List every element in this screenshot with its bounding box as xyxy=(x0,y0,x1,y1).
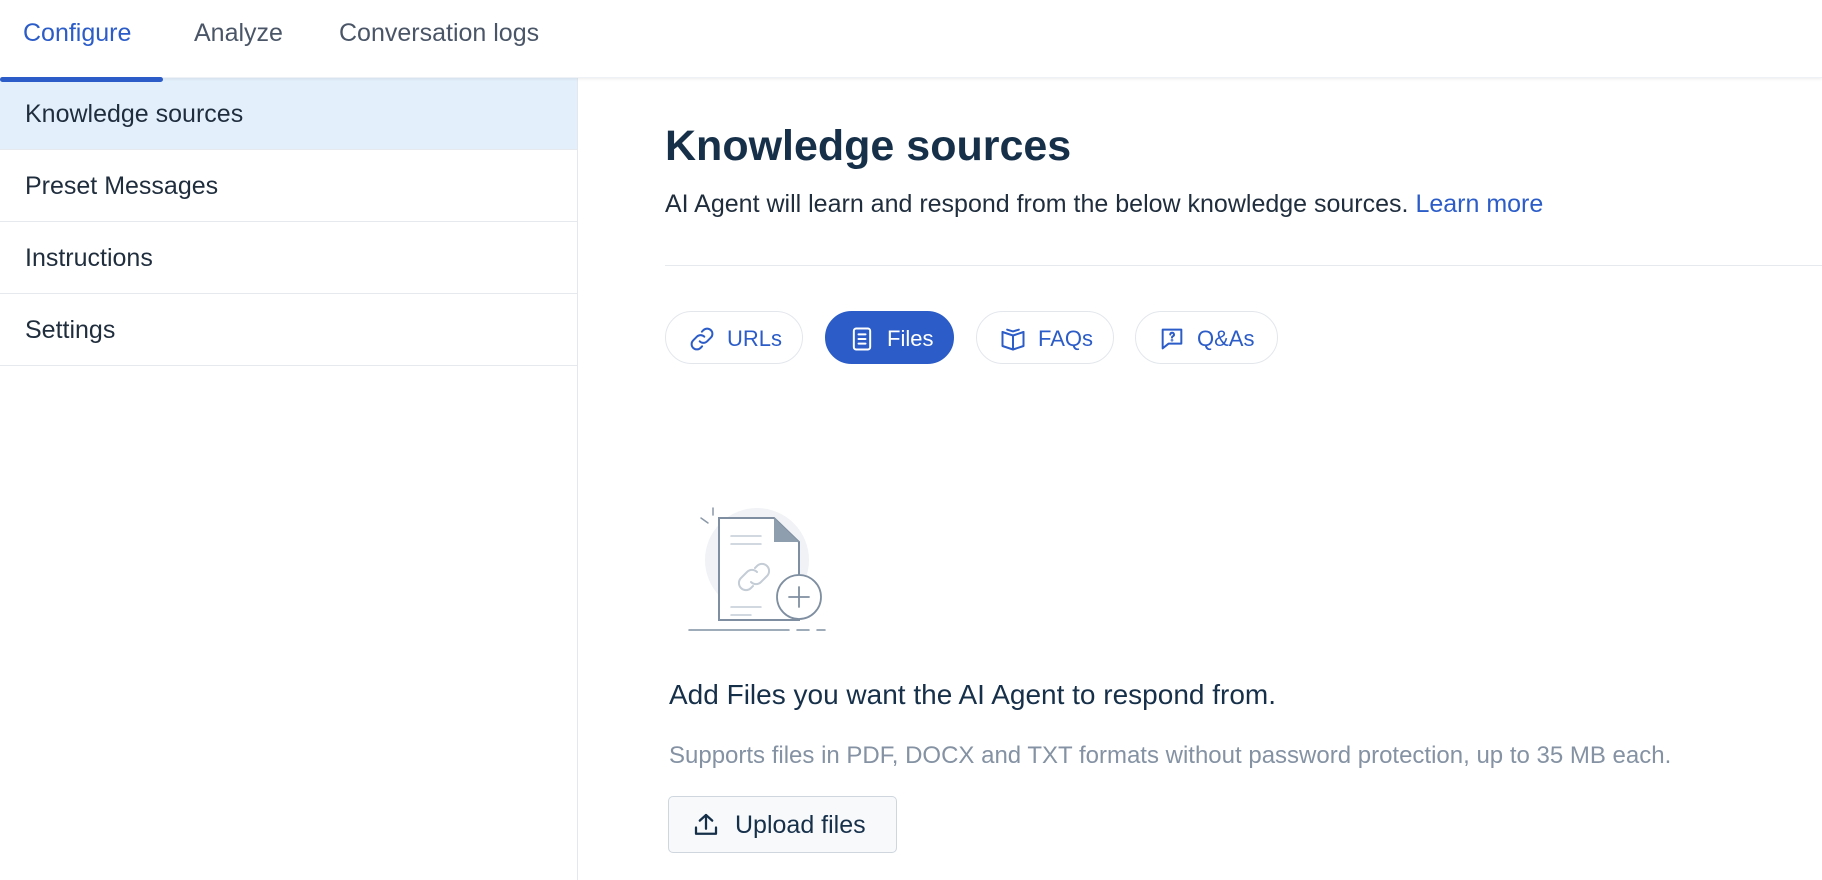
source-tab-qas[interactable]: Q&As xyxy=(1135,311,1278,364)
sidebar-item-knowledge-sources[interactable]: Knowledge sources xyxy=(0,78,577,150)
sidebar-item-settings[interactable]: Settings xyxy=(0,294,577,366)
question-chat-icon xyxy=(1161,328,1183,350)
page-title: Knowledge sources xyxy=(665,122,1072,170)
source-tab-files[interactable]: Files xyxy=(825,311,954,364)
source-tab-label: URLs xyxy=(727,326,783,351)
tab-configure[interactable]: Configure xyxy=(23,19,131,48)
sidebar-item-label: Settings xyxy=(25,316,116,344)
supported-formats-note: Supports files in PDF, DOCX and TXT form… xyxy=(669,742,1672,769)
source-tab-label: Q&As xyxy=(1197,326,1255,351)
source-tab-label: Files xyxy=(887,326,934,351)
link-icon xyxy=(690,327,714,351)
empty-state-headline: Add Files you want the AI Agent to respo… xyxy=(669,679,1277,710)
sidebar-item-label: Preset Messages xyxy=(25,172,219,200)
sidebar-item-instructions[interactable]: Instructions xyxy=(0,222,577,294)
active-tab-indicator xyxy=(0,77,163,82)
file-upload-illustration xyxy=(688,507,826,631)
book-icon xyxy=(1001,328,1025,351)
page-description: AI Agent will learn and respond from the… xyxy=(665,190,1543,219)
description-text: AI Agent will learn and respond from the… xyxy=(665,190,1409,218)
upload-files-label: Upload files xyxy=(735,811,866,839)
upload-icon xyxy=(694,813,718,835)
main-content: Knowledge sources AI Agent will learn an… xyxy=(579,78,1822,880)
sidebar-item-preset-messages[interactable]: Preset Messages xyxy=(0,150,577,222)
tab-conversation-logs[interactable]: Conversation logs xyxy=(339,19,539,48)
tab-analyze[interactable]: Analyze xyxy=(194,19,283,48)
top-navigation: Configure Analyze Conversation logs xyxy=(0,0,1822,78)
source-tab-label: FAQs xyxy=(1038,326,1094,351)
source-tab-faqs[interactable]: FAQs xyxy=(976,311,1114,364)
source-tab-urls[interactable]: URLs xyxy=(665,311,803,364)
sidebar-item-label: Knowledge sources xyxy=(25,100,244,128)
divider xyxy=(665,265,1822,266)
sidebar-item-label: Instructions xyxy=(25,244,153,272)
learn-more-link[interactable]: Learn more xyxy=(1415,190,1543,218)
sidebar: Knowledge sources Preset Messages Instru… xyxy=(0,78,578,880)
document-icon xyxy=(852,327,872,351)
upload-files-button[interactable]: Upload files xyxy=(668,796,897,853)
